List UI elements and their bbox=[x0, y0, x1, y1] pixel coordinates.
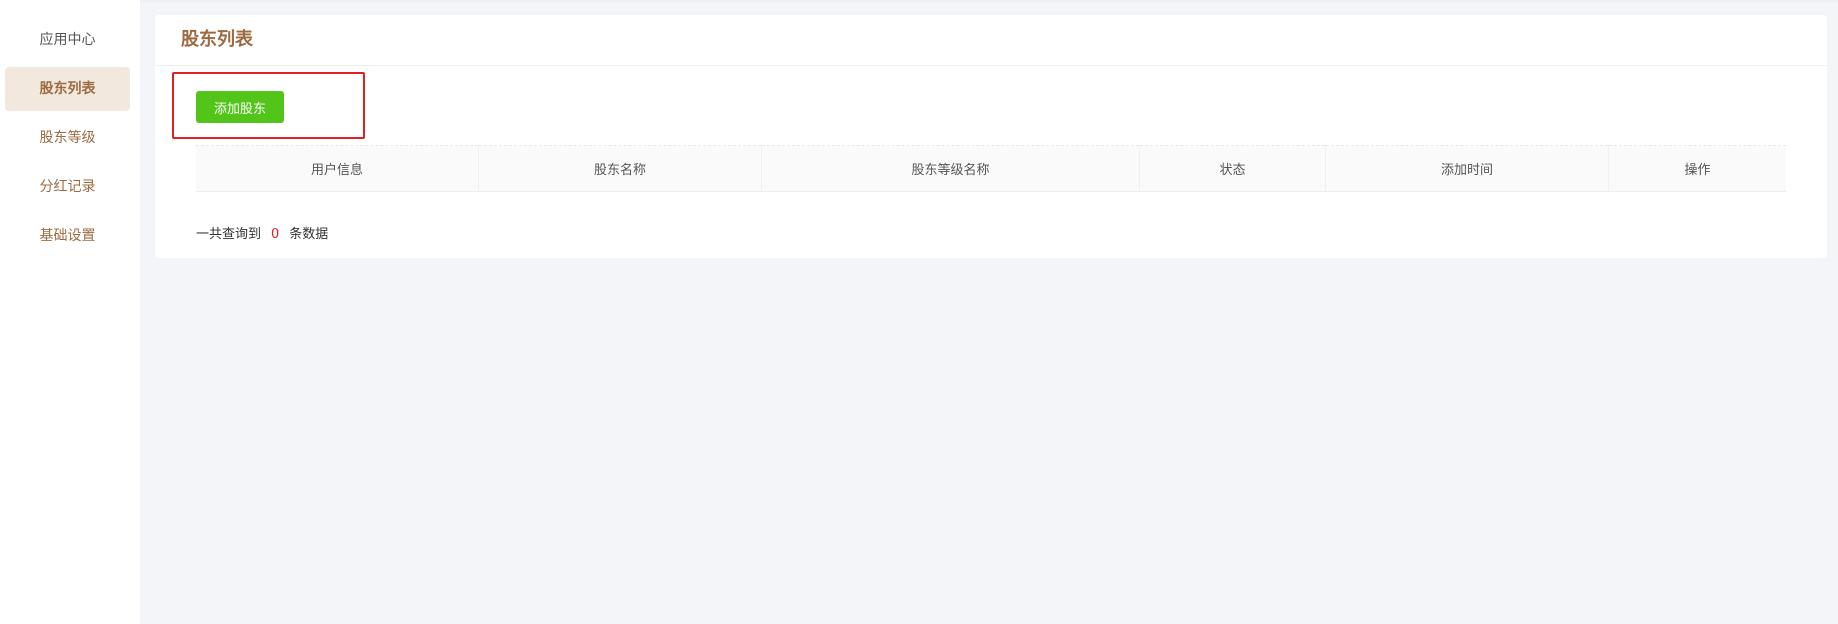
main-panel: 股东列表 添加股东 用户信息 股东名称 股东等级名称 状态 添加时间 操作 一共… bbox=[155, 15, 1827, 258]
column-user-info: 用户信息 bbox=[196, 145, 479, 192]
page-title: 股东列表 bbox=[155, 15, 1827, 66]
result-summary: 一共查询到 0 条数据 bbox=[196, 223, 328, 242]
summary-suffix: 条数据 bbox=[289, 227, 329, 242]
result-count: 0 bbox=[271, 227, 280, 242]
add-shareholder-button[interactable]: 添加股东 bbox=[196, 91, 284, 123]
column-add-time: 添加时间 bbox=[1325, 145, 1609, 192]
sidebar: 应用中心 股东列表 股东等级 分红记录 基础设置 bbox=[0, 0, 140, 624]
sidebar-item-basic-settings[interactable]: 基础设置 bbox=[5, 214, 130, 258]
top-shadow bbox=[140, 0, 1838, 4]
sidebar-item-shareholder-list[interactable]: 股东列表 bbox=[5, 67, 130, 111]
sidebar-item-dividend-records[interactable]: 分红记录 bbox=[5, 165, 130, 209]
summary-prefix: 一共查询到 bbox=[196, 227, 262, 242]
column-actions: 操作 bbox=[1608, 145, 1786, 192]
column-shareholder-level-name: 股东等级名称 bbox=[761, 145, 1140, 192]
column-status: 状态 bbox=[1139, 145, 1326, 192]
sidebar-item-app-center[interactable]: 应用中心 bbox=[5, 18, 130, 62]
column-shareholder-name: 股东名称 bbox=[478, 145, 762, 192]
shareholder-table: 用户信息 股东名称 股东等级名称 状态 添加时间 操作 bbox=[196, 145, 1786, 192]
sidebar-item-shareholder-level[interactable]: 股东等级 bbox=[5, 116, 130, 160]
table-header-row: 用户信息 股东名称 股东等级名称 状态 添加时间 操作 bbox=[196, 145, 1786, 192]
